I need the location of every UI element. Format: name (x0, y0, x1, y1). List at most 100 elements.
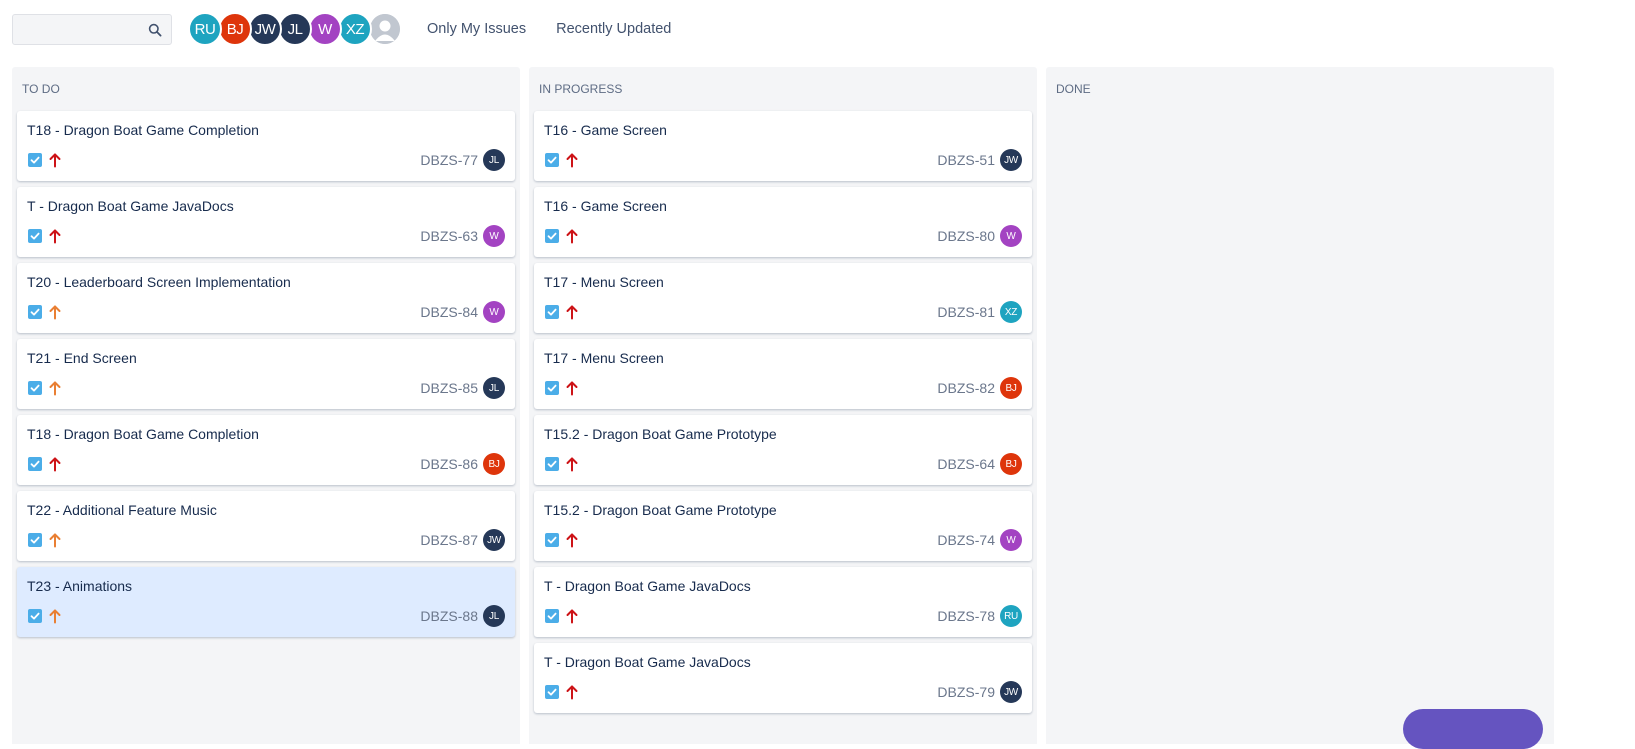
only-my-issues-filter[interactable]: Only My Issues (427, 21, 526, 37)
issue-summary: T17 - Menu Screen (544, 274, 664, 290)
task-type-icon (28, 609, 42, 623)
issue-card[interactable]: T17 - Menu Screen DBZS-82 BJ (534, 339, 1032, 409)
issue-key[interactable]: DBZS-80 (937, 228, 995, 244)
issue-summary: T17 - Menu Screen (544, 350, 664, 366)
issue-summary: T21 - End Screen (27, 350, 137, 366)
issue-key[interactable]: DBZS-74 (937, 532, 995, 548)
assignee-avatar: W (1000, 225, 1022, 247)
priority-high-icon (48, 152, 62, 168)
assignee-avatar: JW (1000, 681, 1022, 703)
issue-summary: T - Dragon Boat Game JavaDocs (27, 198, 234, 214)
task-type-icon (545, 685, 559, 699)
issue-key[interactable]: DBZS-81 (937, 304, 995, 320)
unassigned-avatar[interactable] (368, 12, 402, 46)
priority-medium-icon (48, 532, 62, 548)
priority-high-icon (48, 228, 62, 244)
assignee-avatar: JL (483, 149, 505, 171)
assignee-avatar-ru[interactable]: RU (188, 12, 222, 46)
task-type-icon (545, 229, 559, 243)
user-placeholder-icon (370, 14, 400, 44)
assignee-avatar-jw[interactable]: JW (248, 12, 282, 46)
issue-card[interactable]: T23 - Animations DBZS-88 JL (17, 567, 515, 637)
issue-key[interactable]: DBZS-64 (937, 456, 995, 472)
issue-card[interactable]: T15.2 - Dragon Boat Game Prototype DBZS-7… (534, 491, 1032, 561)
column-header: TO DO (22, 82, 60, 96)
issue-key[interactable]: DBZS-86 (420, 456, 478, 472)
priority-high-icon (565, 304, 579, 320)
task-type-icon (28, 381, 42, 395)
issue-card[interactable]: T17 - Menu Screen DBZS-81 XZ (534, 263, 1032, 333)
card-list: T16 - Game Screen DBZS-51 JW T16 - Game Scr… (534, 111, 1032, 719)
issue-key[interactable]: DBZS-88 (420, 608, 478, 624)
assignee-avatar-bj[interactable]: BJ (218, 12, 252, 46)
issue-card[interactable]: T16 - Game Screen DBZS-80 W (534, 187, 1032, 257)
issue-card[interactable]: T - Dragon Boat Game JavaDocs DBZS-79 JW (534, 643, 1032, 713)
assignee-avatar: W (483, 225, 505, 247)
issue-summary: T16 - Game Screen (544, 122, 667, 138)
issue-key[interactable]: DBZS-78 (937, 608, 995, 624)
assignee-avatar: JL (483, 605, 505, 627)
priority-medium-icon (48, 608, 62, 624)
issue-summary: T23 - Animations (27, 578, 133, 594)
issue-summary: T18 - Dragon Boat Game Completion (27, 122, 259, 138)
assignee-avatar-w[interactable]: W (308, 12, 342, 46)
issue-key[interactable]: DBZS-84 (420, 304, 478, 320)
task-type-icon (545, 609, 559, 623)
priority-high-icon (565, 532, 579, 548)
issue-key[interactable]: DBZS-77 (420, 152, 478, 168)
recently-updated-filter[interactable]: Recently Updated (556, 21, 671, 37)
priority-high-icon (48, 456, 62, 472)
issue-card[interactable]: T - Dragon Boat Game JavaDocs DBZS-78 RU (534, 567, 1032, 637)
assignee-avatar-xz[interactable]: XZ (338, 12, 372, 46)
kanban-board: TO DO T18 - Dragon Boat Game Completion D… (12, 67, 1623, 744)
assignee-avatar: JW (483, 529, 505, 551)
column-in-progress: IN PROGRESS T16 - Game Screen DBZS-51 JW T1… (529, 67, 1037, 744)
issue-card[interactable]: T18 - Dragon Boat Game Completion DBZS-77… (17, 111, 515, 181)
issue-summary: T20 - Leaderboard Screen Implementation (27, 274, 291, 290)
issue-card[interactable]: T18 - Dragon Boat Game Completion DBZS-86… (17, 415, 515, 485)
issue-card[interactable]: T16 - Game Screen DBZS-51 JW (534, 111, 1032, 181)
issue-summary: T15.2 - Dragon Boat Game Prototype (544, 426, 777, 442)
issue-summary: T22 - Additional Feature Music (27, 502, 217, 518)
assignee-avatar: JL (483, 377, 505, 399)
assignee-avatar: JW (1000, 149, 1022, 171)
task-type-icon (28, 457, 42, 471)
issue-card[interactable]: T22 - Additional Feature Music DBZS-87 JW (17, 491, 515, 561)
task-type-icon (28, 153, 42, 167)
search-box[interactable] (12, 13, 172, 45)
priority-high-icon (565, 228, 579, 244)
assignee-filter: RU BJ JW JL W XZ (188, 12, 402, 46)
issue-card[interactable]: T21 - End Screen DBZS-85 JL (17, 339, 515, 409)
issue-key[interactable]: DBZS-82 (937, 380, 995, 396)
issue-summary: T15.2 - Dragon Boat Game Prototype (544, 502, 777, 518)
task-type-icon (545, 533, 559, 547)
assignee-avatar-jl[interactable]: JL (278, 12, 312, 46)
priority-medium-icon (48, 304, 62, 320)
search-icon[interactable] (148, 23, 162, 37)
priority-high-icon (565, 608, 579, 624)
task-type-icon (545, 153, 559, 167)
assignee-avatar: RU (1000, 605, 1022, 627)
priority-high-icon (565, 152, 579, 168)
floating-action-button[interactable] (1403, 709, 1543, 749)
task-type-icon (545, 305, 559, 319)
issue-card[interactable]: T - Dragon Boat Game JavaDocs DBZS-63 W (17, 187, 515, 257)
assignee-avatar: W (1000, 529, 1022, 551)
priority-high-icon (565, 456, 579, 472)
issue-summary: T - Dragon Boat Game JavaDocs (544, 578, 751, 594)
issue-key[interactable]: DBZS-63 (420, 228, 478, 244)
issue-card[interactable]: T20 - Leaderboard Screen Implementation D… (17, 263, 515, 333)
issue-summary: T - Dragon Boat Game JavaDocs (544, 654, 751, 670)
task-type-icon (28, 229, 42, 243)
column-done: DONE (1046, 67, 1554, 744)
issue-key[interactable]: DBZS-85 (420, 380, 478, 396)
column-header: DONE (1056, 82, 1091, 96)
task-type-icon (28, 305, 42, 319)
priority-high-icon (565, 684, 579, 700)
assignee-avatar: BJ (1000, 377, 1022, 399)
issue-key[interactable]: DBZS-87 (420, 532, 478, 548)
issue-key[interactable]: DBZS-51 (937, 152, 995, 168)
task-type-icon (545, 457, 559, 471)
issue-card[interactable]: T15.2 - Dragon Boat Game Prototype DBZS-6… (534, 415, 1032, 485)
issue-key[interactable]: DBZS-79 (937, 684, 995, 700)
